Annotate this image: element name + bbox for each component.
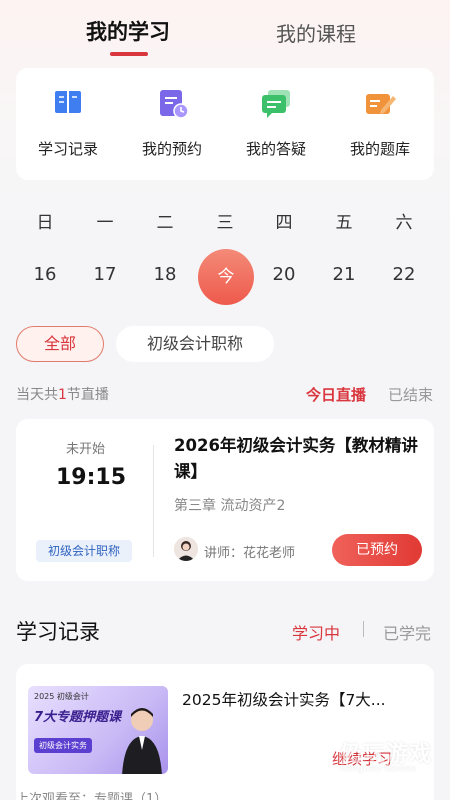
quick-label: 我的答疑 [245, 140, 306, 158]
summary-prefix: 当天共 [16, 387, 58, 403]
quick-label: 学习记录 [37, 140, 98, 158]
tab-completed[interactable]: 已学完 [383, 620, 431, 644]
thumbnail-tag: 初级会计实务 [34, 738, 92, 753]
category-badge: 初级会计职称 [36, 540, 132, 562]
date-cell-today[interactable]: 今 [198, 249, 254, 305]
quick-my-reservations[interactable]: 我的预约 [120, 86, 224, 159]
weekday-label: 日 [36, 213, 54, 233]
watermark-subtitle: Rengwan Games [340, 764, 416, 774]
tab-learning[interactable]: 学习中 [292, 620, 340, 644]
quick-label: 我的题库 [349, 140, 410, 158]
live-course-title: 2026年初级会计实务【教材精讲课】 [174, 436, 418, 481]
quick-study-records[interactable]: 学习记录 [16, 86, 120, 159]
reserved-button[interactable]: 已预约 [332, 534, 422, 566]
quick-actions-panel: 学习记录 我的预约 我的答疑 我的题库 [16, 68, 434, 180]
record-title: 2025年初级会计实务【7大... [182, 691, 386, 709]
calendar-clock-icon [155, 86, 189, 120]
tab-my-study[interactable]: 我的学习 [86, 16, 170, 46]
thumbnail-top-text: 2025 初级会计 [34, 692, 89, 701]
watermark: 仍玩游戏 Rengwan Games [300, 736, 440, 786]
tab-today-live[interactable]: 今日直播 [306, 384, 366, 405]
summary-count: 1 [58, 387, 67, 403]
live-course-card[interactable]: 未开始 19:15 初级会计职称 2026年初级会计实务【教材精讲课】 第三章 … [16, 419, 434, 581]
live-time: 19:15 [56, 465, 127, 490]
filter-all-chip[interactable]: 全部 [16, 326, 104, 362]
quick-label: 我的预约 [141, 140, 202, 158]
quick-question-bank[interactable]: 我的题库 [328, 86, 432, 159]
question-bank-icon [363, 86, 397, 120]
tab-ended[interactable]: 已结束 [388, 384, 433, 405]
live-status: 未开始 [66, 442, 106, 457]
lecturer-name: 讲师：花花老师 [204, 546, 296, 561]
date-cell[interactable]: 22 [376, 264, 432, 285]
last-watched-text: 上次观看至：专题课（1） [16, 792, 168, 800]
book-icon [51, 86, 85, 120]
live-count-summary: 当天共1节直播 [16, 384, 109, 404]
lecturer-avatar [174, 537, 198, 561]
active-tab-indicator [110, 52, 148, 56]
records-section-title: 学习记录 [16, 620, 100, 644]
filter-category-chip[interactable]: 初级会计职称 [116, 326, 274, 362]
summary-suffix: 节直播 [66, 387, 109, 403]
tab-my-courses[interactable]: 我的课程 [276, 18, 356, 47]
chat-bubble-icon [259, 86, 293, 120]
live-course-chapter: 第三章 流动资产2 [174, 498, 286, 514]
teacher-photo [120, 704, 164, 774]
date-cell[interactable]: 18 [137, 264, 193, 285]
date-cell[interactable]: 17 [77, 264, 133, 285]
records-tab-divider [363, 621, 364, 637]
course-thumbnail[interactable]: 2025 初级会计 7大专题押题课 初级会计实务 [28, 686, 168, 774]
weekday-label: 三 [216, 213, 234, 233]
weekday-label: 二 [156, 213, 174, 233]
weekday-label: 一 [96, 213, 114, 233]
date-cell[interactable]: 16 [17, 264, 73, 285]
weekday-label: 六 [395, 213, 413, 233]
watermark-logo-icon [304, 740, 330, 776]
date-cell[interactable]: 21 [316, 264, 372, 285]
weekday-label: 四 [275, 213, 293, 233]
top-tabs: 我的学习 我的课程 [0, 16, 450, 56]
quick-my-questions[interactable]: 我的答疑 [224, 86, 328, 159]
card-divider [153, 445, 154, 557]
weekday-label: 五 [335, 213, 353, 233]
thumbnail-main-text: 7大专题押题课 [34, 710, 122, 725]
date-cell[interactable]: 20 [256, 264, 312, 285]
